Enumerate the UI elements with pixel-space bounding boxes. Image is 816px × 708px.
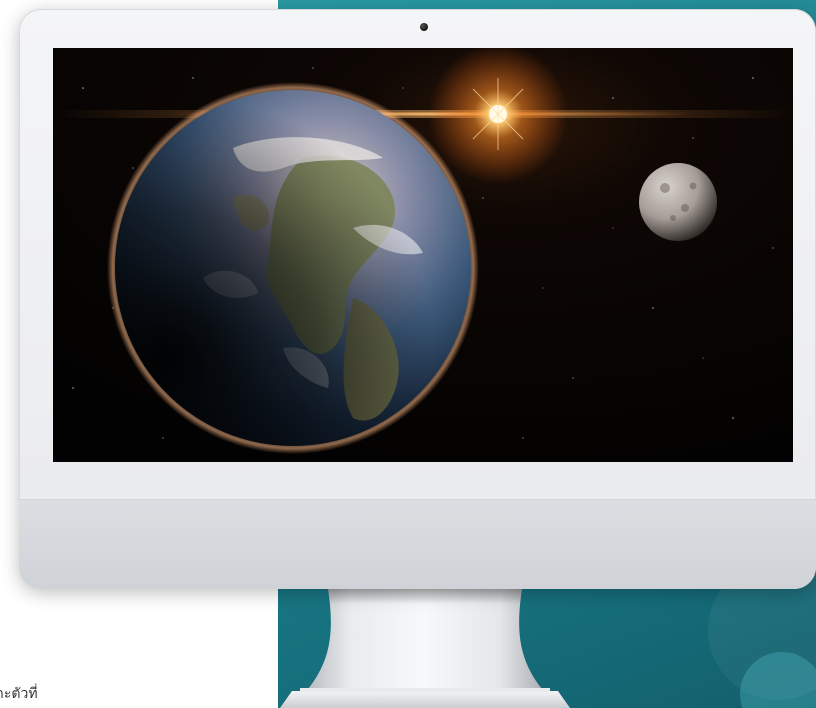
monitor-stand (280, 589, 570, 708)
caption-text: าะตัวที่ (0, 686, 38, 702)
camera-icon (420, 23, 428, 31)
monitor (19, 9, 816, 589)
space-wallpaper (53, 48, 793, 462)
monitor-screen (53, 48, 793, 462)
monitor-chin (19, 499, 816, 589)
page: าะตัวที่ (0, 0, 816, 708)
